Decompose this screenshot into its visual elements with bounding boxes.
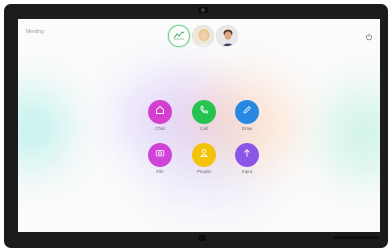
input-label: Input [241,169,252,174]
upload-icon [241,146,253,164]
call-button[interactable] [192,100,216,124]
people-label: People [196,169,211,174]
file-label: File [156,169,164,174]
file-tile[interactable]: File [140,143,180,175]
home-icon [154,103,166,121]
call-tile[interactable]: Call [184,100,224,132]
activity-button[interactable] [168,25,190,47]
chat-tile[interactable]: Chat [140,100,180,132]
touch-screen: Meeting Chat Call Draw File People Input [18,19,380,232]
input-tile[interactable]: Input [227,143,267,175]
power-icon[interactable] [365,28,373,41]
people-tile[interactable]: People [184,143,224,175]
device-bezel: Meeting Chat Call Draw File People Input [4,4,388,248]
background-glow [328,89,380,179]
background-glow [18,89,68,169]
man-avatar[interactable] [216,25,238,47]
people-button[interactable] [192,143,216,167]
speaker-grille [334,236,378,239]
participant-bar [168,23,238,49]
phone-icon [198,103,210,121]
chat-button[interactable] [148,100,172,124]
call-label: Call [200,126,208,131]
room-name: Meeting [26,29,44,35]
chart-icon [173,27,185,45]
input-button[interactable] [235,143,259,167]
chat-label: Chat [155,126,165,131]
woman-avatar[interactable] [192,25,214,47]
person-icon [198,146,210,164]
pencil-icon [241,103,253,121]
draw-label: Draw [241,126,253,131]
home-button[interactable] [198,235,206,241]
file-button[interactable] [148,143,172,167]
camera [198,7,208,13]
camera-icon [154,146,166,164]
draw-button[interactable] [235,100,259,124]
draw-tile[interactable]: Draw [227,100,267,132]
